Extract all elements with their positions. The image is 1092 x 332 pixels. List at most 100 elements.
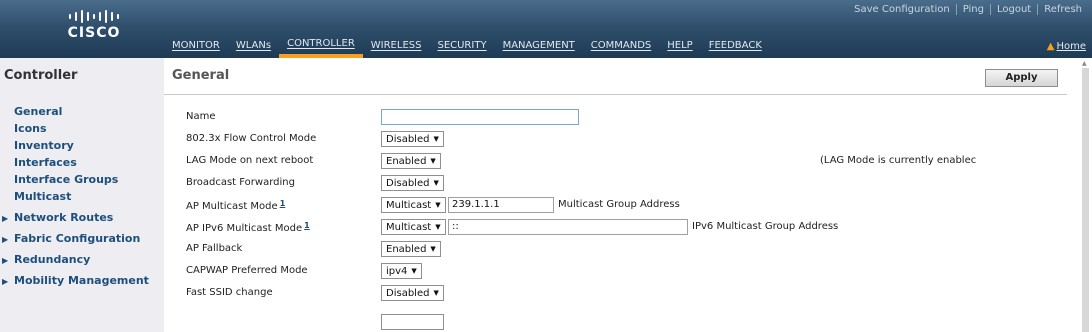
nav-commands[interactable]: COMMANDS	[583, 34, 659, 58]
ap-multicast-label-text: AP Multicast Mode	[186, 201, 278, 212]
partial-select[interactable]	[381, 314, 444, 330]
home-label[interactable]: Home	[1056, 41, 1086, 52]
form-row-broadcast: Broadcast Forwarding Disabled ▼	[164, 174, 1064, 192]
sidebar-item-label: Network Routes	[14, 211, 114, 224]
dropdown-arrow-icon: ▼	[411, 267, 417, 275]
form-row-partial	[164, 308, 1064, 332]
select-value: Enabled	[386, 244, 427, 255]
dropdown-arrow-icon: ▼	[433, 135, 439, 143]
dropdown-arrow-icon: ▼	[430, 245, 436, 253]
capwap-mode-label: CAPWAP Preferred Mode	[186, 265, 308, 276]
sidebar-item-icons[interactable]: Icons	[14, 122, 149, 139]
sidebar-item-mobility-management[interactable]: ▶ Mobility Management	[2, 274, 149, 295]
sidebar-item-general[interactable]: General	[14, 105, 149, 122]
form-row-capwap-mode: CAPWAP Preferred Mode ipv4 ▼	[164, 262, 1064, 280]
nav-help[interactable]: HELP	[659, 34, 700, 58]
scrollbar[interactable]: ▲	[1068, 58, 1092, 332]
logout-link[interactable]: Logout	[989, 4, 1037, 15]
sidebar-item-inventory[interactable]: Inventory	[14, 139, 149, 156]
sidebar-item-interface-groups[interactable]: Interface Groups	[14, 173, 149, 190]
ap-fallback-label: AP Fallback	[186, 243, 243, 254]
ping-link[interactable]: Ping	[955, 4, 990, 15]
cisco-logo-icon	[50, 9, 138, 23]
expand-arrow-icon: ▶	[2, 256, 9, 265]
sidebar-item-network-routes[interactable]: ▶ Network Routes	[2, 211, 149, 232]
expand-arrow-icon: ▶	[2, 277, 9, 286]
ap-multicast-label: AP Multicast Mode 1	[186, 199, 285, 212]
sidebar-item-label: Mobility Management	[14, 274, 149, 287]
ap-multicast-select[interactable]: Multicast ▼	[381, 197, 446, 213]
sidebar-item-fabric-configuration[interactable]: ▶ Fabric Configuration	[2, 232, 149, 253]
scroll-up-icon[interactable]: ▲	[1082, 60, 1087, 67]
form-row-ap-multicast: AP Multicast Mode 1 Multicast ▼ 239.1.1.1 …	[164, 196, 1064, 214]
lag-mode-label: LAG Mode on next reboot	[186, 155, 314, 166]
select-value: Enabled	[386, 156, 427, 167]
help-footnote-icon[interactable]: 1	[280, 199, 286, 208]
dropdown-arrow-icon: ▼	[433, 289, 439, 297]
main-content: General Apply ▲ Name 802.3x Flow Control…	[164, 58, 1092, 332]
broadcast-label: Broadcast Forwarding	[186, 177, 295, 188]
broadcast-select[interactable]: Disabled ▼	[381, 175, 444, 191]
ap-ipv6-multicast-label: AP IPv6 Multicast Mode 1	[186, 221, 310, 234]
multicast-group-address-input[interactable]: 239.1.1.1	[448, 197, 554, 213]
dropdown-arrow-icon: ▼	[435, 223, 441, 231]
title-divider	[164, 94, 1067, 95]
dropdown-arrow-icon: ▼	[430, 157, 436, 165]
lag-status-text: (LAG Mode is currently enablec	[820, 155, 977, 166]
select-value: Disabled	[386, 288, 430, 299]
top-header: CISCO Save Configuration Ping Logout Ref…	[0, 0, 1092, 58]
home-link[interactable]: ▲ Home	[1047, 41, 1086, 52]
nav-management[interactable]: MANAGEMENT	[495, 34, 583, 58]
select-value: Disabled	[386, 134, 430, 145]
main-nav: MONITOR WLANs CONTROLLER WIRELESS SECURI…	[164, 34, 770, 58]
dropdown-arrow-icon: ▼	[433, 179, 439, 187]
name-input[interactable]	[381, 109, 579, 125]
nav-feedback[interactable]: FEEDBACK	[701, 34, 770, 58]
dropdown-arrow-icon: ▼	[435, 201, 441, 209]
multicast-group-address-label: Multicast Group Address	[558, 199, 680, 210]
nav-wireless[interactable]: WIRELESS	[363, 34, 430, 58]
ipv6-multicast-group-address-input[interactable]: ::	[448, 219, 688, 235]
page-title: General	[172, 68, 230, 83]
sidebar-title: Controller	[4, 68, 78, 83]
select-value: Disabled	[386, 178, 430, 189]
sidebar-item-label: Fabric Configuration	[14, 232, 141, 245]
sidebar-item-label: Redundancy	[14, 253, 91, 266]
ap-fallback-select[interactable]: Enabled ▼	[381, 241, 441, 257]
nav-controller[interactable]: CONTROLLER	[279, 34, 363, 58]
help-footnote-icon[interactable]: 1	[304, 221, 310, 230]
nav-monitor[interactable]: MONITOR	[164, 34, 228, 58]
sidebar: Controller General Icons Inventory Inter…	[0, 58, 164, 332]
home-icon: ▲	[1046, 41, 1055, 52]
flow-control-label: 802.3x Flow Control Mode	[186, 133, 317, 144]
apply-button[interactable]: Apply	[985, 69, 1058, 87]
form-row-lag-mode: LAG Mode on next reboot Enabled ▼ (LAG Mo…	[164, 152, 1064, 170]
nav-security[interactable]: SECURITY	[429, 34, 494, 58]
sidebar-list: General Icons Inventory Interfaces Inter…	[2, 105, 149, 295]
flow-control-select[interactable]: Disabled ▼	[381, 131, 444, 147]
select-value: Multicast	[386, 222, 432, 233]
form-row-fast-ssid: Fast SSID change Disabled ▼	[164, 284, 1064, 302]
fast-ssid-label: Fast SSID change	[186, 287, 273, 298]
sidebar-item-redundancy[interactable]: ▶ Redundancy	[2, 253, 149, 274]
sidebar-item-interfaces[interactable]: Interfaces	[14, 156, 149, 173]
ap-ipv6-multicast-select[interactable]: Multicast ▼	[381, 219, 446, 235]
cisco-logo: CISCO	[50, 9, 138, 53]
sidebar-item-multicast[interactable]: Multicast	[14, 190, 149, 211]
form-row-ap-fallback: AP Fallback Enabled ▼	[164, 240, 1064, 258]
expand-arrow-icon: ▶	[2, 214, 9, 223]
name-label: Name	[186, 111, 216, 122]
fast-ssid-select[interactable]: Disabled ▼	[381, 285, 444, 301]
capwap-mode-select[interactable]: ipv4 ▼	[381, 263, 422, 279]
form-row-flow-control: 802.3x Flow Control Mode Disabled ▼	[164, 130, 1064, 148]
ap-ipv6-multicast-label-text: AP IPv6 Multicast Mode	[186, 223, 303, 234]
top-links: Save Configuration Ping Logout Refresh	[848, 4, 1088, 15]
refresh-link[interactable]: Refresh	[1037, 4, 1088, 15]
lag-mode-select[interactable]: Enabled ▼	[381, 153, 441, 169]
save-configuration-link[interactable]: Save Configuration	[848, 4, 956, 15]
nav-wlans[interactable]: WLANs	[228, 34, 279, 58]
select-value: ipv4	[386, 266, 408, 277]
expand-arrow-icon: ▶	[2, 235, 9, 244]
form-row-ap-ipv6-multicast: AP IPv6 Multicast Mode 1 Multicast ▼ :: IP…	[164, 218, 1064, 236]
scroll-thumb[interactable]	[1082, 68, 1089, 332]
